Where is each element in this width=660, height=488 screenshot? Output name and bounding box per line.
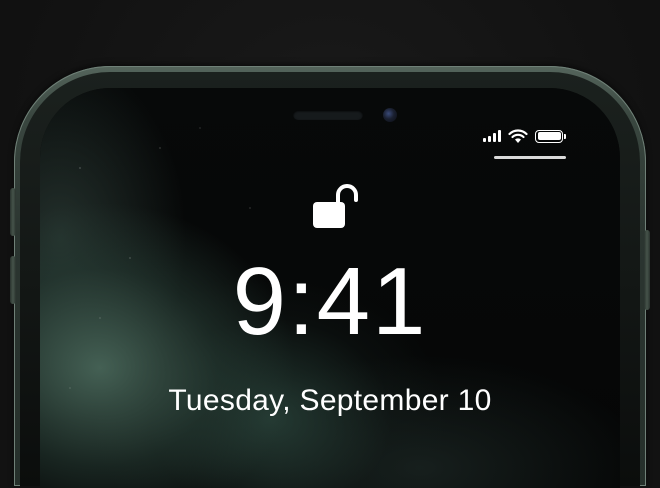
status-bar bbox=[483, 128, 566, 144]
unlocked-padlock-icon bbox=[308, 180, 364, 236]
battery-fill bbox=[537, 132, 561, 140]
lock-screen-date: Tuesday, September 10 bbox=[168, 384, 492, 417]
battery-icon bbox=[535, 129, 566, 143]
cellular-signal-icon bbox=[483, 130, 501, 142]
side-button-left bbox=[10, 188, 16, 236]
wifi-icon bbox=[508, 128, 528, 143]
side-button-right bbox=[644, 230, 650, 310]
front-camera-icon bbox=[383, 108, 397, 122]
side-button-left-lower bbox=[10, 256, 16, 304]
lock-screen-time: 9:41 bbox=[232, 248, 428, 355]
earpiece-speaker-icon bbox=[293, 110, 363, 120]
control-center-indicator[interactable] bbox=[494, 156, 566, 159]
lock-screen[interactable]: 9:41 Tuesday, September 10 bbox=[40, 88, 620, 488]
